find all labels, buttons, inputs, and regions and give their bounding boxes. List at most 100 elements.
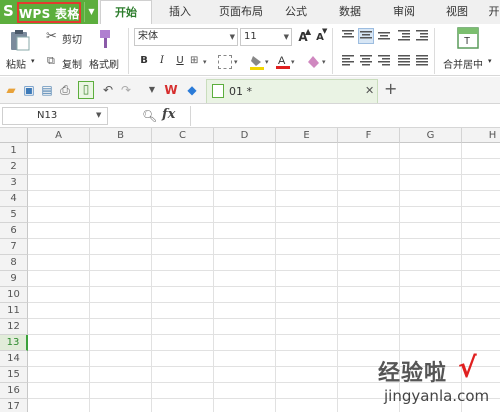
row-header-1[interactable]: 1 xyxy=(0,143,28,159)
row-header-3[interactable]: 3 xyxy=(0,175,28,191)
underline-button[interactable]: U xyxy=(172,53,188,69)
align-center-icon[interactable] xyxy=(358,54,374,70)
close-icon[interactable]: ✕ xyxy=(365,84,374,97)
align-right-icon[interactable] xyxy=(376,54,392,70)
tab-insert[interactable]: 插入 xyxy=(155,0,205,24)
app-menu-dropdown-icon[interactable]: ▼ xyxy=(84,2,98,22)
insert-function-icon[interactable]: fx xyxy=(162,107,175,122)
row-header-12[interactable]: 12 xyxy=(0,319,28,335)
tab-home[interactable]: 开始 xyxy=(100,0,152,24)
column-header-d[interactable]: D xyxy=(214,128,276,143)
customize-toolbar-dropdown-icon[interactable]: ▼ xyxy=(145,83,159,97)
watermark-check-icon: √ xyxy=(458,351,477,384)
tab-developer[interactable]: 开 xyxy=(484,0,500,24)
column-header-e[interactable]: E xyxy=(276,128,338,143)
font-color-icon[interactable]: A xyxy=(276,53,290,70)
scissors-icon[interactable]: ✂ xyxy=(46,29,57,44)
copy-icon[interactable]: ⧉ xyxy=(47,54,55,68)
redo-icon[interactable]: ↷ xyxy=(119,83,133,97)
font-size-dropdown-icon[interactable]: ▼ xyxy=(284,29,289,45)
row-header-10[interactable]: 10 xyxy=(0,287,28,303)
app-name-highlight-box xyxy=(17,2,81,23)
cell-style-dropdown-icon[interactable]: ▾ xyxy=(234,58,238,66)
border-dropdown-icon[interactable]: ▾ xyxy=(203,58,207,66)
save-icon[interactable]: ▣ xyxy=(22,83,36,97)
tab-page-layout[interactable]: 页面布局 xyxy=(210,0,272,24)
distributed-align-icon[interactable] xyxy=(414,54,430,70)
column-header-c[interactable]: C xyxy=(152,128,214,143)
tab-review[interactable]: 审阅 xyxy=(384,0,424,24)
increase-indent-icon[interactable] xyxy=(414,29,430,45)
row-header-11[interactable]: 11 xyxy=(0,303,28,319)
merge-center-dropdown-icon[interactable]: ▾ xyxy=(488,57,492,65)
font-color-dropdown-icon[interactable]: ▾ xyxy=(291,58,295,66)
tab-formulas[interactable]: 公式 xyxy=(276,0,316,24)
clear-format-dropdown-icon[interactable]: ▾ xyxy=(322,58,326,66)
row-header-8[interactable]: 8 xyxy=(0,255,28,271)
column-header-f[interactable]: F xyxy=(338,128,400,143)
paste-icon[interactable] xyxy=(8,28,32,52)
font-size-combo[interactable]: 11 ▼ xyxy=(240,28,292,46)
decrease-indent-icon[interactable] xyxy=(396,29,412,45)
select-all-corner[interactable] xyxy=(0,128,28,143)
quick-access-toolbar: ▰ ▣ ▤ ⎙ ▯ ↶ ↷ ▼ W ◆ 01 * ✕ + xyxy=(0,77,500,104)
new-tab-plus-icon[interactable]: + xyxy=(384,79,397,98)
align-left-icon[interactable] xyxy=(340,54,356,70)
justify-icon[interactable] xyxy=(396,54,412,70)
align-middle-icon[interactable] xyxy=(358,28,374,44)
wps-cloud-icon[interactable]: W xyxy=(164,83,178,97)
row-header-4[interactable]: 4 xyxy=(0,191,28,207)
row-header-13[interactable]: 13 xyxy=(0,335,28,351)
cell-style-icon[interactable] xyxy=(218,55,232,69)
document-tab[interactable]: 01 * ✕ xyxy=(206,79,378,103)
row-header-15[interactable]: 15 xyxy=(0,367,28,383)
paste-dropdown-icon[interactable]: ▾ xyxy=(31,57,35,65)
zoom-search-icon[interactable]: 🔍︎ xyxy=(142,109,157,123)
row-header-14[interactable]: 14 xyxy=(0,351,28,367)
fill-color-icon[interactable] xyxy=(250,54,264,70)
column-header-a[interactable]: A xyxy=(28,128,90,143)
print-preview-icon[interactable]: ▤ xyxy=(40,83,54,97)
formula-input[interactable] xyxy=(190,106,500,126)
cut-label[interactable]: 剪切 xyxy=(62,31,82,46)
row-header-2[interactable]: 2 xyxy=(0,159,28,175)
font-name-dropdown-icon[interactable]: ▼ xyxy=(230,29,235,45)
fill-color-dropdown-icon[interactable]: ▾ xyxy=(265,58,269,66)
row-header-9[interactable]: 9 xyxy=(0,271,28,287)
row-header-16[interactable]: 16 xyxy=(0,383,28,399)
print-icon[interactable]: ⎙ xyxy=(58,83,72,97)
column-header-h[interactable]: H xyxy=(462,128,500,143)
ribbon-separator xyxy=(332,28,333,74)
name-box-dropdown-icon[interactable]: ▼ xyxy=(96,111,101,119)
column-header-g[interactable]: G xyxy=(400,128,462,143)
open-folder-icon[interactable]: ▰ xyxy=(4,83,18,97)
row-header-7[interactable]: 7 xyxy=(0,239,28,255)
row-header-17[interactable]: 17 xyxy=(0,399,28,412)
italic-button[interactable]: I xyxy=(154,53,170,69)
name-box[interactable]: N13 xyxy=(2,107,108,125)
border-icon[interactable]: ⊞ xyxy=(190,55,198,66)
column-header-b[interactable]: B xyxy=(90,128,152,143)
merge-center-icon[interactable]: T xyxy=(457,27,479,49)
font-name-value: 宋体 xyxy=(138,31,158,42)
clear-format-icon[interactable] xyxy=(305,54,321,70)
merge-center-label[interactable]: 合并居中 xyxy=(443,56,483,71)
undo-icon[interactable]: ↶ xyxy=(101,83,115,97)
tab-data[interactable]: 数据 xyxy=(330,0,370,24)
watermark-url: jingyanla.com xyxy=(384,387,490,405)
font-name-combo[interactable]: 宋体 ▼ xyxy=(134,28,238,46)
align-top-icon[interactable] xyxy=(340,29,356,45)
export-pdf-icon[interactable]: ▯ xyxy=(78,81,94,99)
copy-label[interactable]: 复制 xyxy=(62,56,82,71)
format-painter-label[interactable]: 格式刷 xyxy=(89,56,119,71)
format-painter-icon[interactable] xyxy=(96,28,116,50)
paste-label[interactable]: 粘贴 xyxy=(6,56,26,71)
decrease-font-arrow-icon: ▼ xyxy=(322,27,328,35)
bold-button[interactable]: B xyxy=(136,53,152,69)
row-header-5[interactable]: 5 xyxy=(0,207,28,223)
svg-text:A: A xyxy=(278,55,286,67)
align-bottom-icon[interactable] xyxy=(376,29,392,45)
row-header-6[interactable]: 6 xyxy=(0,223,28,239)
tab-view[interactable]: 视图 xyxy=(437,0,477,24)
box-3d-icon[interactable]: ◆ xyxy=(185,83,199,97)
